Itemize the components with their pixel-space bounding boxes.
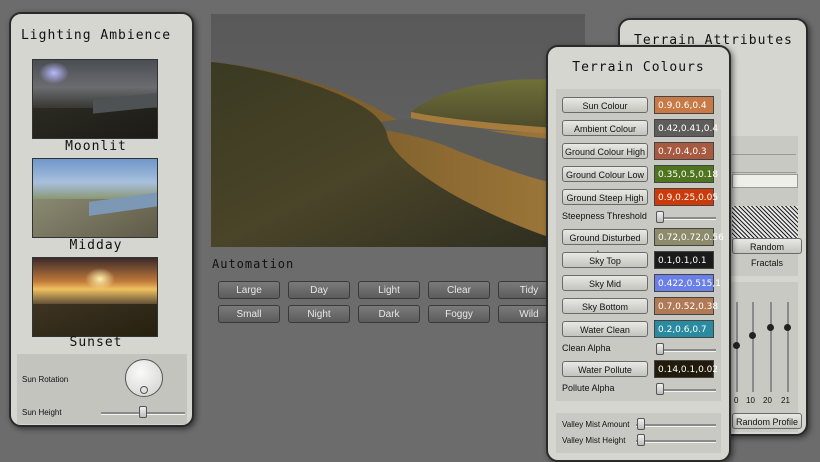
scale-label-20: 20 bbox=[763, 396, 772, 405]
sunset-label: Sunset bbox=[69, 335, 123, 350]
moonlit-preset-thumbnail[interactable] bbox=[32, 59, 158, 139]
steepness-threshold-slider[interactable] bbox=[656, 211, 664, 223]
profile-slider-4[interactable] bbox=[787, 302, 789, 392]
ground-colour-low-swatch[interactable]: 0.35,0.5,0.18 bbox=[654, 165, 718, 183]
profile-knob-3[interactable] bbox=[767, 324, 774, 331]
valley-mist-amount-slider[interactable] bbox=[637, 418, 645, 430]
water-pollute-button[interactable]: Water Pollute bbox=[562, 361, 648, 377]
sun-height-label: Sun Height bbox=[22, 408, 62, 417]
valley-mist-height-label: Valley Mist Height bbox=[562, 436, 626, 445]
water-clean-button[interactable]: Water Clean bbox=[562, 321, 648, 337]
profile-knob-1[interactable] bbox=[733, 342, 740, 349]
sky-top-button[interactable]: Sky Top bbox=[562, 252, 648, 268]
terrain-viewport[interactable] bbox=[211, 14, 585, 247]
profile-slider-3[interactable] bbox=[770, 302, 772, 392]
midday-label: Midday bbox=[69, 238, 123, 253]
ground-colour-high-button[interactable]: Ground Colour High bbox=[562, 143, 648, 159]
profile-knob-2[interactable] bbox=[749, 332, 756, 339]
pollute-alpha-label: Pollute Alpha bbox=[562, 383, 615, 393]
ground-steep-high-swatch[interactable]: 0.9,0.25,0.05 bbox=[654, 188, 718, 206]
moonlit-label: Moonlit bbox=[65, 139, 127, 154]
pollute-alpha-track[interactable] bbox=[656, 389, 716, 392]
clean-alpha-slider[interactable] bbox=[656, 343, 664, 355]
scale-label-21: 21 bbox=[781, 396, 790, 405]
ground-disturbed-low-button[interactable]: Ground Disturbed Low bbox=[562, 229, 648, 259]
midday-preset-thumbnail[interactable] bbox=[32, 158, 158, 238]
sky-bottom-swatch[interactable]: 0.7,0.52,0.38 bbox=[654, 297, 718, 315]
pollute-alpha-slider[interactable] bbox=[656, 383, 664, 395]
steepness-threshold-track[interactable] bbox=[656, 217, 716, 220]
terrain-render bbox=[211, 62, 585, 247]
sky-bottom-button[interactable]: Sky Bottom bbox=[562, 298, 648, 314]
foggy-button[interactable]: Foggy bbox=[428, 305, 490, 323]
attributes-section: Random Fractals bbox=[728, 136, 802, 276]
valley-mist-amount-label: Valley Mist Amount bbox=[562, 420, 630, 429]
light-button[interactable]: Light bbox=[358, 281, 420, 299]
day-button[interactable]: Day bbox=[288, 281, 350, 299]
water-pollute-swatch[interactable]: 0.14,0.1,0.02 bbox=[654, 360, 718, 378]
ambient-colour-button[interactable]: Ambient Colour bbox=[562, 120, 648, 136]
scale-label-10: 10 bbox=[746, 396, 755, 405]
night-button[interactable]: Night bbox=[288, 305, 350, 323]
sun-rotation-dial[interactable] bbox=[125, 359, 163, 397]
sun-height-slider[interactable] bbox=[139, 406, 147, 418]
sky-mid-button[interactable]: Sky Mid bbox=[562, 275, 648, 291]
valley-mist-height-track[interactable] bbox=[636, 440, 716, 443]
water-clean-swatch[interactable]: 0.2,0.6,0.7 bbox=[654, 320, 714, 338]
valley-mist-height-slider[interactable] bbox=[637, 434, 645, 446]
clear-button[interactable]: Clear bbox=[428, 281, 490, 299]
automation-title: Automation bbox=[212, 257, 295, 271]
sun-controls-section: Sun Rotation Sun Height bbox=[17, 354, 187, 424]
terrain-colours-panel: Terrain Colours Sun Colour 0.9,0.6,0.4 A… bbox=[546, 45, 731, 462]
sunset-preset-thumbnail[interactable] bbox=[32, 257, 158, 337]
attr-field-1[interactable] bbox=[732, 144, 796, 155]
lighting-ambience-panel: Lighting Ambience Moonlit Midday Sunset … bbox=[9, 12, 194, 427]
sun-colour-button[interactable]: Sun Colour bbox=[562, 97, 648, 113]
steepness-threshold-label: Steepness Threshold bbox=[562, 211, 647, 221]
profile-slider-2[interactable] bbox=[752, 302, 754, 392]
ambient-colour-swatch[interactable]: 0.42,0.41,0.4 bbox=[654, 119, 718, 137]
random-fractals-button[interactable]: Random Fractals bbox=[732, 238, 802, 268]
clean-alpha-track[interactable] bbox=[656, 349, 716, 352]
scale-label-0: 0 bbox=[734, 396, 739, 405]
ground-colour-high-swatch[interactable]: 0.7,0.4,0.3 bbox=[654, 142, 714, 160]
random-profile-button[interactable]: Random Profile bbox=[732, 413, 802, 429]
attr-field-2[interactable] bbox=[732, 162, 796, 173]
dial-indicator bbox=[140, 386, 148, 394]
large-button[interactable]: Large bbox=[218, 281, 280, 299]
terrain-colours-title: Terrain Colours bbox=[572, 60, 705, 75]
sun-rotation-label: Sun Rotation bbox=[22, 375, 69, 384]
lighting-ambience-title: Lighting Ambience bbox=[20, 28, 172, 43]
profile-section: 0 10 20 21 Random Profile bbox=[728, 282, 802, 432]
valley-mist-amount-track[interactable] bbox=[636, 424, 716, 427]
profile-knob-4[interactable] bbox=[784, 324, 791, 331]
ground-steep-high-button[interactable]: Ground Steep High bbox=[562, 189, 648, 205]
ground-colour-low-button[interactable]: Ground Colour Low bbox=[562, 166, 648, 182]
small-button[interactable]: Small bbox=[218, 305, 280, 323]
sky-top-swatch[interactable]: 0.1,0.1,0.1 bbox=[654, 251, 714, 269]
attr-input[interactable] bbox=[732, 174, 798, 188]
sun-colour-swatch[interactable]: 0.9,0.6,0.4 bbox=[654, 96, 714, 114]
sky-mid-swatch[interactable]: 0.422,0.515,1 bbox=[654, 274, 721, 292]
dark-button[interactable]: Dark bbox=[358, 305, 420, 323]
noise-preview bbox=[732, 206, 798, 238]
clean-alpha-label: Clean Alpha bbox=[562, 343, 611, 353]
ground-disturbed-low-swatch[interactable]: 0.72,0.72,0.56 bbox=[654, 228, 724, 246]
